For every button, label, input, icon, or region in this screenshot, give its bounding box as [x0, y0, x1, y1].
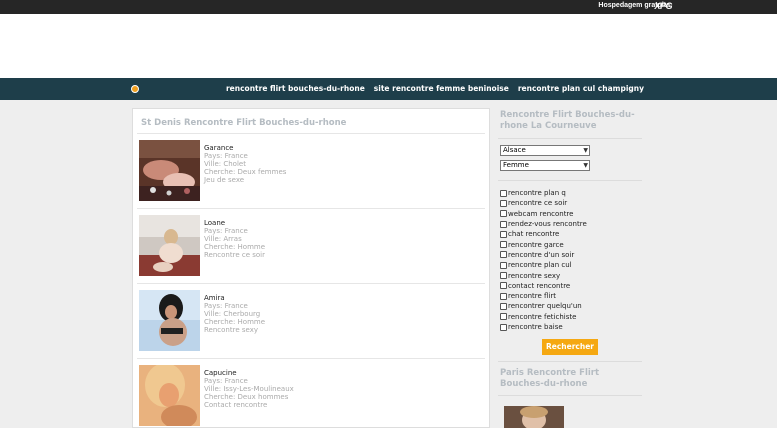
profile-country: Pays: France: [204, 377, 248, 385]
checkbox[interactable]: [500, 323, 507, 331]
checkbox[interactable]: [500, 210, 507, 218]
checkbox[interactable]: [500, 230, 507, 238]
xpg-logo[interactable]: XPG: [654, 1, 672, 11]
checkbox-item[interactable]: rencontre ce soir: [500, 198, 587, 208]
checkbox[interactable]: [500, 241, 507, 249]
divider: [498, 361, 642, 362]
profile-seeking: Cherche: Homme: [204, 243, 266, 251]
profile-info: Capucine Pays: France Ville: Issy-Les-Mo…: [204, 369, 294, 409]
sidebar-photo[interactable]: [504, 406, 564, 428]
profile-city: Ville: Cholet: [204, 160, 246, 168]
profile-name[interactable]: Loane: [204, 219, 265, 227]
profile-seeking: Cherche: Deux hommes: [204, 393, 289, 401]
gender-select-value: Femme: [503, 161, 529, 169]
nav-link-rencontre-flirt[interactable]: rencontre flirt bouches-du-rhone: [226, 84, 365, 93]
profile-name[interactable]: Capucine: [204, 369, 294, 377]
profile-photo[interactable]: [139, 365, 200, 426]
nav-link-site-rencontre[interactable]: site rencontre femme beninoise: [374, 84, 509, 93]
profile-name[interactable]: Amira: [204, 294, 265, 302]
checkbox-item[interactable]: rencontre garce: [500, 239, 587, 249]
checkbox[interactable]: [500, 313, 507, 321]
gender-select[interactable]: Femme ▼: [500, 160, 590, 171]
profile-photo[interactable]: [139, 215, 200, 276]
divider: [137, 358, 485, 359]
search-button[interactable]: Rechercher: [542, 339, 598, 355]
profile-info: Garance Pays: France Ville: Cholet Cherc…: [204, 144, 286, 184]
profile-seeking: Cherche: Homme: [204, 318, 266, 326]
divider: [498, 138, 642, 139]
header-banner: [0, 14, 777, 78]
checkbox-item[interactable]: rencontre plan q: [500, 188, 587, 198]
profile-tag: Rencontre sexy: [204, 326, 258, 334]
profile-tag: Jeu de sexe: [204, 176, 245, 184]
checkbox[interactable]: [500, 282, 507, 290]
checkbox-item[interactable]: webcam rencontre: [500, 209, 587, 219]
region-select[interactable]: Alsace ▼: [500, 145, 590, 156]
profile-name[interactable]: Garance: [204, 144, 286, 152]
checkbox-item[interactable]: contact rencontre: [500, 281, 587, 291]
checkbox-item[interactable]: rencontre fetichiste: [500, 312, 587, 322]
checkbox-item[interactable]: rendez-vous rencontre: [500, 219, 587, 229]
checkbox[interactable]: [500, 189, 507, 197]
divider: [498, 395, 642, 396]
sidebar: Rencontre Flirt Bouches-du-rhone La Cour…: [498, 108, 642, 428]
profile-city: Ville: Arras: [204, 235, 242, 243]
divider: [137, 133, 485, 134]
checkbox[interactable]: [500, 251, 507, 259]
checkbox[interactable]: [500, 261, 507, 269]
profile-city: Ville: Issy-Les-Moulineaux: [204, 385, 294, 393]
profile-country: Pays: France: [204, 227, 248, 235]
checkbox-item[interactable]: rencontre d'un soir: [500, 250, 587, 260]
profile-tag: Contact rencontre: [204, 401, 268, 409]
nav-links: rencontre flirt bouches-du-rhone site re…: [226, 84, 644, 93]
checkbox-item[interactable]: rencontre baise: [500, 322, 587, 332]
profile-card[interactable]: Amira Pays: France Ville: Cherbourg Cher…: [139, 290, 479, 352]
checkbox[interactable]: [500, 302, 507, 310]
divider: [498, 180, 642, 181]
profile-info: Loane Pays: France Ville: Arras Cherche:…: [204, 219, 265, 259]
profile-country: Pays: France: [204, 152, 248, 160]
chevron-down-icon: ▼: [583, 162, 588, 169]
sidebar-title: Rencontre Flirt Bouches-du-rhone La Cour…: [500, 110, 635, 131]
profile-city: Ville: Cherbourg: [204, 310, 261, 318]
profile-photo[interactable]: [139, 290, 200, 351]
region-select-value: Alsace: [503, 146, 526, 154]
home-icon[interactable]: [131, 85, 139, 93]
page-title: St Denis Rencontre Flirt Bouches-du-rhon…: [141, 118, 347, 128]
checkbox[interactable]: [500, 220, 507, 228]
sidebar-second-title: Paris Rencontre Flirt Bouches-du-rhone: [500, 368, 600, 389]
checkbox[interactable]: [500, 272, 507, 280]
checkbox-item[interactable]: chat rencontre: [500, 229, 587, 239]
profile-card[interactable]: Loane Pays: France Ville: Arras Cherche:…: [139, 215, 479, 277]
checkbox-item[interactable]: rencontre plan cul: [500, 260, 587, 270]
main-panel: St Denis Rencontre Flirt Bouches-du-rhon…: [132, 108, 490, 428]
divider: [137, 283, 485, 284]
nav-bar: rencontre flirt bouches-du-rhone site re…: [0, 78, 777, 100]
checkbox[interactable]: [500, 292, 507, 300]
checkbox-list: rencontre plan q rencontre ce soir webca…: [500, 188, 587, 332]
profile-tag: Rencontre ce soir: [204, 251, 265, 259]
checkbox-item[interactable]: rencontre flirt: [500, 291, 587, 301]
checkbox-item[interactable]: rencontre sexy: [500, 270, 587, 280]
nav-link-plan-cul[interactable]: rencontre plan cul champigny: [518, 84, 644, 93]
checkbox-item[interactable]: rencontrer quelqu'un: [500, 301, 587, 311]
profile-seeking: Cherche: Deux femmes: [204, 168, 287, 176]
profile-photo[interactable]: [139, 140, 200, 201]
profile-info: Amira Pays: France Ville: Cherbourg Cher…: [204, 294, 265, 334]
profile-card[interactable]: Garance Pays: France Ville: Cholet Cherc…: [139, 140, 479, 202]
checkbox[interactable]: [500, 199, 507, 207]
profile-card[interactable]: Capucine Pays: France Ville: Issy-Les-Mo…: [139, 365, 479, 427]
profile-country: Pays: France: [204, 302, 248, 310]
top-bar: Hospedagem gratuita XPG: [0, 0, 777, 14]
chevron-down-icon: ▼: [583, 147, 588, 154]
divider: [137, 208, 485, 209]
